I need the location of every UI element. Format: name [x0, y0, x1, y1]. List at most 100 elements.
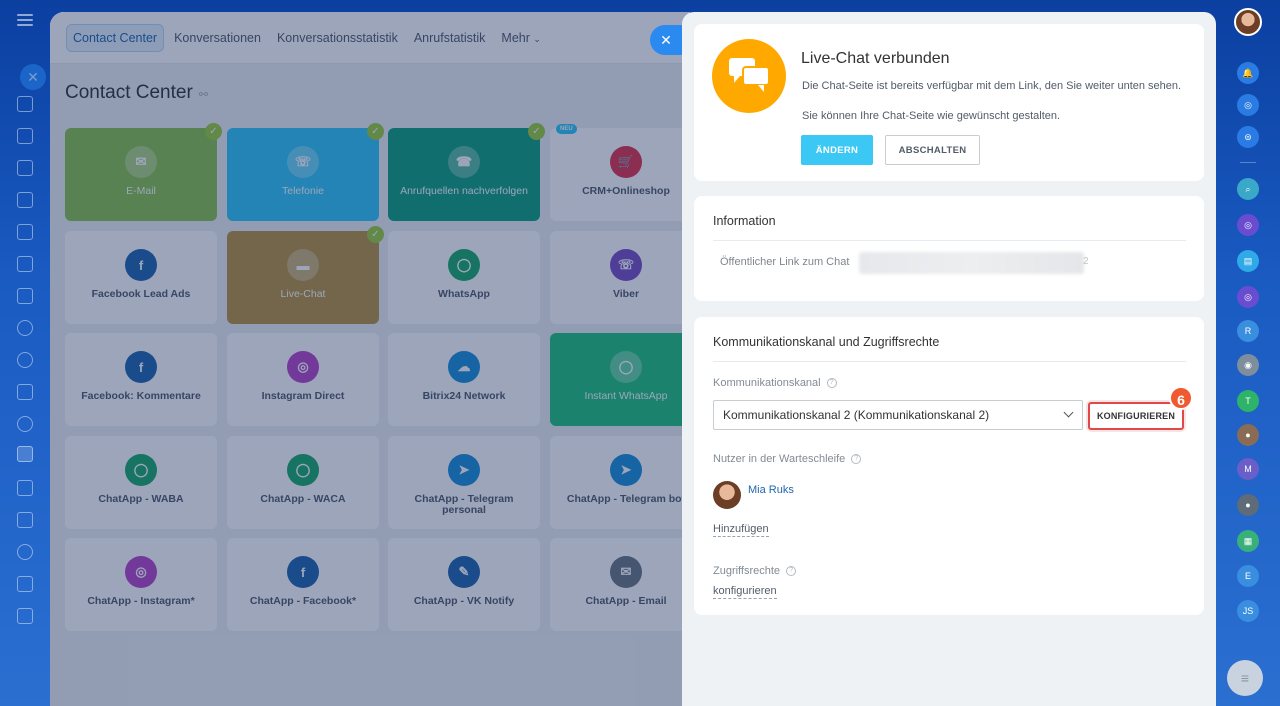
information-card: Information Öffentlicher Link zum Chat 2 [694, 196, 1204, 301]
link-icon[interactable]: ⚯ [199, 89, 208, 101]
tile-whatsapp[interactable]: ◯ WhatsApp [388, 231, 540, 324]
queue-user-name[interactable]: Mia Ruks [748, 484, 794, 496]
close-slider-button[interactable]: ✕ [650, 25, 682, 55]
tab-mehr[interactable]: Mehr ⌄ [495, 25, 547, 51]
chat-icon[interactable]: ▤ [1237, 250, 1259, 272]
page-title-text: Contact Center [65, 82, 193, 103]
tile-facebook-kommentare[interactable]: f Facebook: Kommentare [65, 333, 217, 426]
tile-chatapp-vk-notify[interactable]: ✎ ChatApp - VK Notify [388, 538, 540, 631]
settings-icon[interactable] [17, 544, 33, 560]
calendar-icon[interactable] [17, 160, 33, 176]
tile-bitrix24-network[interactable]: ☁ Bitrix24 Network [388, 333, 540, 426]
messages-icon[interactable]: ⊜ [1237, 126, 1259, 148]
openlines-icon[interactable]: ◎ [1237, 94, 1259, 116]
user-avatar[interactable] [1234, 8, 1262, 36]
tile-chatapp-instagram[interactable]: ◎ ChatApp - Instagram* [65, 538, 217, 631]
queue-label: Nutzer in der Warteschleife? [713, 453, 862, 465]
tile-crm-onlineshop[interactable]: NEU 🛒 CRM+Onlineshop [550, 124, 702, 221]
tab-contact-center[interactable]: Contact Center [66, 23, 165, 52]
document-icon[interactable] [17, 192, 33, 208]
channel-icon[interactable]: ◎ [1237, 214, 1259, 236]
feed-icon[interactable] [17, 96, 33, 112]
queue-user[interactable]: Mia Ruks [713, 481, 794, 509]
configure-channel-button[interactable]: KONFIGURIEREN [1088, 402, 1184, 430]
tile-email[interactable]: ✓ ✉ E-Mail [65, 123, 222, 221]
tile-chatapp-facebook[interactable]: f ChatApp - Facebook* [227, 538, 379, 631]
chat-icon[interactable] [17, 128, 33, 144]
sites-icon[interactable] [17, 352, 33, 368]
telegram-icon: ➤ [448, 454, 480, 486]
help-icon[interactable]: ? [851, 454, 862, 465]
contact-photo[interactable]: ● [1237, 424, 1259, 446]
check-icon: ✓ [367, 226, 384, 243]
help-icon[interactable]: ? [786, 566, 797, 577]
tile-instant-whatsapp[interactable]: ◯ Instant WhatsApp [550, 333, 702, 426]
new-badge: NEU [556, 124, 577, 134]
contact-avatar-js[interactable]: JS [1237, 600, 1259, 622]
search-chat-icon[interactable]: ⌕ [1237, 178, 1259, 200]
whatsapp-icon: ◯ [610, 351, 642, 383]
chat-bubbles-icon [712, 39, 786, 113]
tile-instagram-direct[interactable]: ◎ Instagram Direct [227, 333, 379, 426]
tab-konversationen[interactable]: Konversationen [168, 25, 267, 51]
shop-icon[interactable] [17, 512, 33, 528]
configure-access-link[interactable]: konfigurieren [713, 585, 777, 599]
tile-label: Bitrix24 Network [422, 390, 506, 402]
tile-telefonie[interactable]: ✓ ☏ Telefonie [227, 123, 384, 221]
vk-icon: ✎ [448, 556, 480, 588]
tab-konversationsstatistik[interactable]: Konversationsstatistik [271, 25, 404, 51]
contact-avatar-m[interactable]: M [1237, 458, 1259, 480]
instagram-icon: ◎ [287, 351, 319, 383]
crm-icon[interactable] [17, 256, 33, 272]
tile-viber[interactable]: ☏ Viber [550, 231, 702, 324]
mail-icon[interactable] [17, 288, 33, 304]
monitor-icon[interactable] [17, 384, 33, 400]
tile-label: Instant WhatsApp [584, 390, 668, 402]
contact-center-icon[interactable] [17, 446, 33, 462]
tile-chatapp-waca[interactable]: ◯ ChatApp - WACA [227, 436, 379, 529]
contact-avatar-t[interactable]: T [1237, 390, 1259, 412]
tile-chatapp-telegram-personal[interactable]: ➤ ChatApp - Telegram personal [388, 436, 540, 529]
help-icon[interactable]: ? [826, 378, 837, 389]
channel-icon[interactable]: ◎ [1237, 286, 1259, 308]
tile-label: ChatApp - Instagram* [87, 595, 195, 607]
tasks-icon[interactable] [17, 224, 33, 240]
tile-live-chat[interactable]: ✓ ▬ Live-Chat [227, 226, 384, 324]
add-user-link[interactable]: Hinzufügen [713, 523, 769, 537]
tile-facebook-lead-ads[interactable]: f Facebook Lead Ads [65, 231, 217, 324]
storage-icon[interactable] [17, 608, 33, 624]
tab-anrufstatistik[interactable]: Anrufstatistik [408, 25, 492, 51]
close-icon[interactable]: ✕ [20, 64, 46, 90]
groups-icon[interactable] [17, 320, 33, 336]
contact-avatar-e[interactable]: E [1237, 565, 1259, 587]
contact-avatar-r[interactable]: R [1237, 320, 1259, 342]
tile-label: ChatApp - Telegram personal [414, 493, 514, 516]
live-chat-slider: Live-Chat verbunden Die Chat-Seite ist b… [682, 12, 1216, 706]
channel-section-title: Kommunikationskanal und Zugriffsrechte [713, 335, 940, 349]
tile-label: ChatApp - WACA [260, 493, 346, 505]
automation-icon[interactable] [17, 416, 33, 432]
employees-icon[interactable] [17, 576, 33, 592]
divider [713, 240, 1186, 241]
menu-icon[interactable]: ≡ [1227, 660, 1263, 696]
change-button[interactable]: ÄNDERN [801, 135, 873, 165]
disable-button[interactable]: ABSCHALTEN [885, 135, 980, 165]
tile-chatapp-telegram-bot[interactable]: ➤ ChatApp - Telegram bot [550, 436, 702, 529]
whatsapp-icon: ◯ [448, 249, 480, 281]
bell-icon[interactable]: 🔔 [1237, 62, 1259, 84]
tile-chatapp-waba[interactable]: ◯ ChatApp - WABA [65, 436, 217, 529]
channel-select[interactable]: Kommunikationskanal 2 (Kommunikationskan… [713, 400, 1083, 430]
tile-label: Telefonie [281, 185, 325, 197]
tile-chatapp-email[interactable]: ✉ ChatApp - Email [550, 538, 702, 631]
contact-doc-icon[interactable]: ▦ [1237, 530, 1259, 552]
whatsapp-icon: ◯ [287, 454, 319, 486]
right-sidebar: 🔔 ◎ ⊜ ⌕ ◎ ▤ ◎ R ◉ T ● M ● ▦ E JS ≡ [1216, 0, 1280, 706]
tile-anrufquellen[interactable]: ✓ ☎ Anrufquellen nachverfolgen [388, 123, 545, 221]
menu-icon[interactable] [17, 14, 33, 26]
queue-label-text: Nutzer in der Warteschleife [713, 453, 846, 465]
contact-photo[interactable]: ● [1237, 494, 1259, 516]
channel-label: Kommunikationskanal? [713, 377, 837, 389]
public-link-value[interactable] [859, 252, 1084, 274]
analytics-icon[interactable] [17, 480, 33, 496]
group-avatar[interactable]: ◉ [1237, 354, 1259, 376]
